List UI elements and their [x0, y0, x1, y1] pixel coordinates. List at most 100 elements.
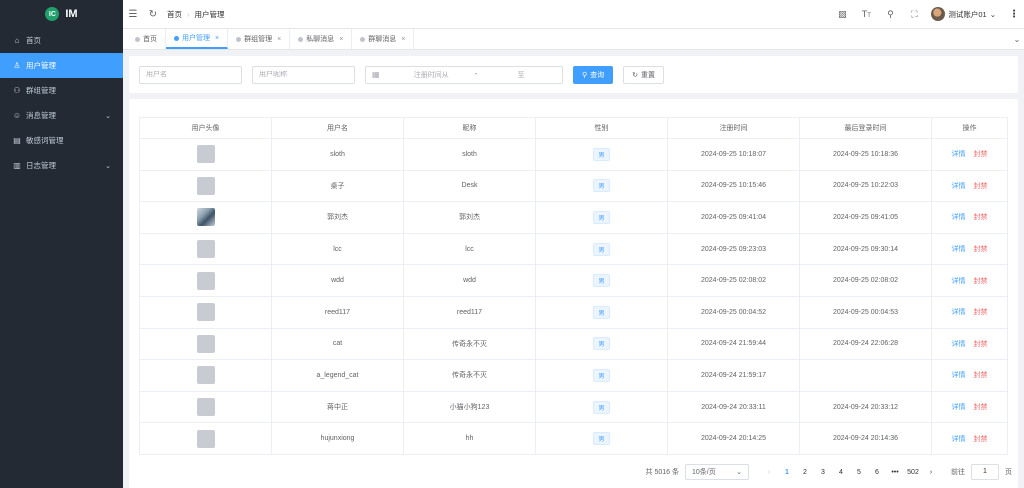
ban-link[interactable]: 封禁: [974, 436, 988, 443]
table-row: reed117 reed117 男 2024-09-25 00:04:52 2024-0…: [139, 295, 1008, 329]
ban-link[interactable]: 封禁: [974, 183, 988, 190]
gender-badge: 男: [593, 147, 610, 161]
avatar[interactable]: [196, 366, 215, 385]
avatar[interactable]: [196, 145, 215, 164]
search-icon[interactable]: ⚲: [879, 9, 901, 20]
detail-link[interactable]: 详情: [952, 341, 966, 348]
actions-cell: 详情 封禁: [931, 422, 1008, 455]
nickname-input[interactable]: [259, 71, 348, 78]
ban-link[interactable]: 封禁: [974, 214, 988, 221]
avatar[interactable]: [196, 303, 215, 322]
detail-link[interactable]: 详情: [952, 309, 966, 316]
tab-0[interactable]: 首页: [127, 29, 166, 49]
avatar[interactable]: [196, 208, 215, 227]
close-icon[interactable]: ×: [401, 36, 405, 43]
ban-link[interactable]: 封禁: [974, 404, 988, 411]
close-icon[interactable]: ×: [277, 36, 281, 43]
ban-link[interactable]: 封禁: [974, 151, 988, 158]
sidebar-menu: ⌂ 首页 ♙ 用户管理 ⚇ 群组管理 ☺ 消息管理 ⌄ ▤ 敏感词管理 ▥ 日志管理 ⌄: [0, 28, 123, 178]
page-number[interactable]: 2: [799, 469, 811, 476]
app-logo[interactable]: IC IM: [0, 0, 123, 28]
username-field[interactable]: [139, 65, 242, 84]
avatar-cell: [139, 390, 272, 424]
close-icon[interactable]: ×: [339, 36, 343, 43]
avatar[interactable]: [196, 398, 215, 417]
page-number[interactable]: 5: [853, 469, 865, 476]
fullscreen-icon[interactable]: ⛶: [903, 9, 925, 20]
ban-link[interactable]: 封禁: [974, 246, 988, 253]
sidebar-item-5[interactable]: ▥ 日志管理 ⌄: [0, 153, 123, 178]
sidebar-item-2[interactable]: ⚇ 群组管理: [0, 78, 123, 103]
avatar[interactable]: [196, 429, 215, 448]
ban-link[interactable]: 封禁: [974, 372, 988, 379]
detail-link[interactable]: 详情: [952, 246, 966, 253]
chevron-down-icon: ⌄: [989, 9, 996, 19]
pagination: 共 5016 条 10条/页 ⌄ ‹ 123456 ••• 502 › 前往 1…: [646, 464, 1012, 480]
query-button[interactable]: ⚲ 查询: [573, 65, 614, 84]
sidebar-item-4[interactable]: ▤ 敏感词管理: [0, 128, 123, 153]
table-header-row: 用户头像 用户名 昵称 性别 注册时间 最后登录时间 操作: [139, 117, 1008, 139]
sidebar-item-0[interactable]: ⌂ 首页: [0, 28, 123, 53]
tab-status-dot: [135, 36, 140, 42]
image-icon[interactable]: ▨: [831, 9, 853, 20]
tab-2[interactable]: 群组管理 ×: [228, 29, 291, 49]
page-number[interactable]: 1: [781, 469, 793, 476]
gender-badge: 男: [593, 210, 610, 224]
actions-cell: 详情 封禁: [931, 201, 1008, 234]
username-cell: a_legend_cat: [271, 359, 404, 392]
detail-link[interactable]: 详情: [952, 151, 966, 158]
tab-1[interactable]: 用户管理 ×: [166, 29, 229, 49]
page-number[interactable]: 3: [817, 469, 829, 476]
refresh-icon[interactable]: ↻: [143, 9, 163, 20]
reset-button[interactable]: ↻ 重置: [623, 65, 665, 84]
font-size-icon[interactable]: TT: [855, 9, 877, 19]
tags-dropdown-chevron-icon[interactable]: ⌄: [1010, 29, 1024, 49]
avatar[interactable]: [196, 240, 215, 259]
date-start-placeholder[interactable]: 注册时间从: [396, 70, 466, 80]
page-ellipsis[interactable]: •••: [889, 469, 901, 476]
tab-4[interactable]: 群聊消息 ×: [352, 29, 415, 49]
home-icon: ⌂: [14, 36, 20, 45]
more-vertical-icon[interactable]: ⋮: [1008, 9, 1020, 20]
gender-cell: 男: [535, 422, 668, 455]
search-panel: ▦ 注册时间从 - 至 ⚲ 查询 ↻ 重置: [129, 56, 1018, 93]
table-row: cat 传奇永不灭 男 2024-09-24 21:59:44 2024-09-24 2…: [139, 327, 1008, 361]
detail-link[interactable]: 详情: [952, 214, 966, 221]
gender-cell: 男: [535, 327, 668, 361]
register-date-range[interactable]: ▦ 注册时间从 - 至: [365, 65, 563, 84]
detail-link[interactable]: 详情: [952, 278, 966, 285]
last-login-cell: 2024-09-25 02:08:02: [799, 264, 932, 297]
sidebar-item-label: 群组管理: [26, 86, 56, 95]
tab-3[interactable]: 私聊消息 ×: [290, 29, 353, 49]
column-header: 性别: [535, 117, 668, 139]
nickname-cell: 传奇永不灭: [403, 327, 536, 361]
avatar-cell: [139, 359, 272, 392]
close-icon[interactable]: ×: [215, 35, 219, 42]
menu-toggle-icon[interactable]: ☰: [123, 9, 143, 20]
avatar[interactable]: [196, 334, 215, 353]
detail-link[interactable]: 详情: [952, 372, 966, 379]
next-page-icon[interactable]: ›: [925, 469, 937, 476]
user-menu[interactable]: 测试账户01 ⌄: [931, 7, 996, 21]
ban-link[interactable]: 封禁: [974, 341, 988, 348]
prev-page-icon[interactable]: ‹: [763, 469, 775, 476]
ban-link[interactable]: 封禁: [974, 278, 988, 285]
page-last[interactable]: 502: [907, 469, 919, 476]
detail-link[interactable]: 详情: [952, 404, 966, 411]
sidebar-item-1[interactable]: ♙ 用户管理: [0, 53, 123, 78]
page-number[interactable]: 6: [871, 469, 883, 476]
detail-link[interactable]: 详情: [952, 436, 966, 443]
detail-link[interactable]: 详情: [952, 183, 966, 190]
avatar[interactable]: [196, 176, 215, 195]
page-size-select[interactable]: 10条/页 ⌄: [685, 464, 749, 480]
breadcrumb-home[interactable]: 首页: [167, 9, 182, 20]
nickname-field[interactable]: [252, 65, 355, 84]
page-number[interactable]: 4: [835, 469, 847, 476]
avatar[interactable]: [196, 271, 215, 290]
goto-page-input[interactable]: 1: [971, 464, 999, 480]
sidebar-item-label: 用户管理: [26, 61, 56, 70]
username-input[interactable]: [146, 71, 235, 78]
sidebar-item-3[interactable]: ☺ 消息管理 ⌄: [0, 103, 123, 128]
ban-link[interactable]: 封禁: [974, 309, 988, 316]
date-end-placeholder[interactable]: 至: [486, 70, 556, 80]
